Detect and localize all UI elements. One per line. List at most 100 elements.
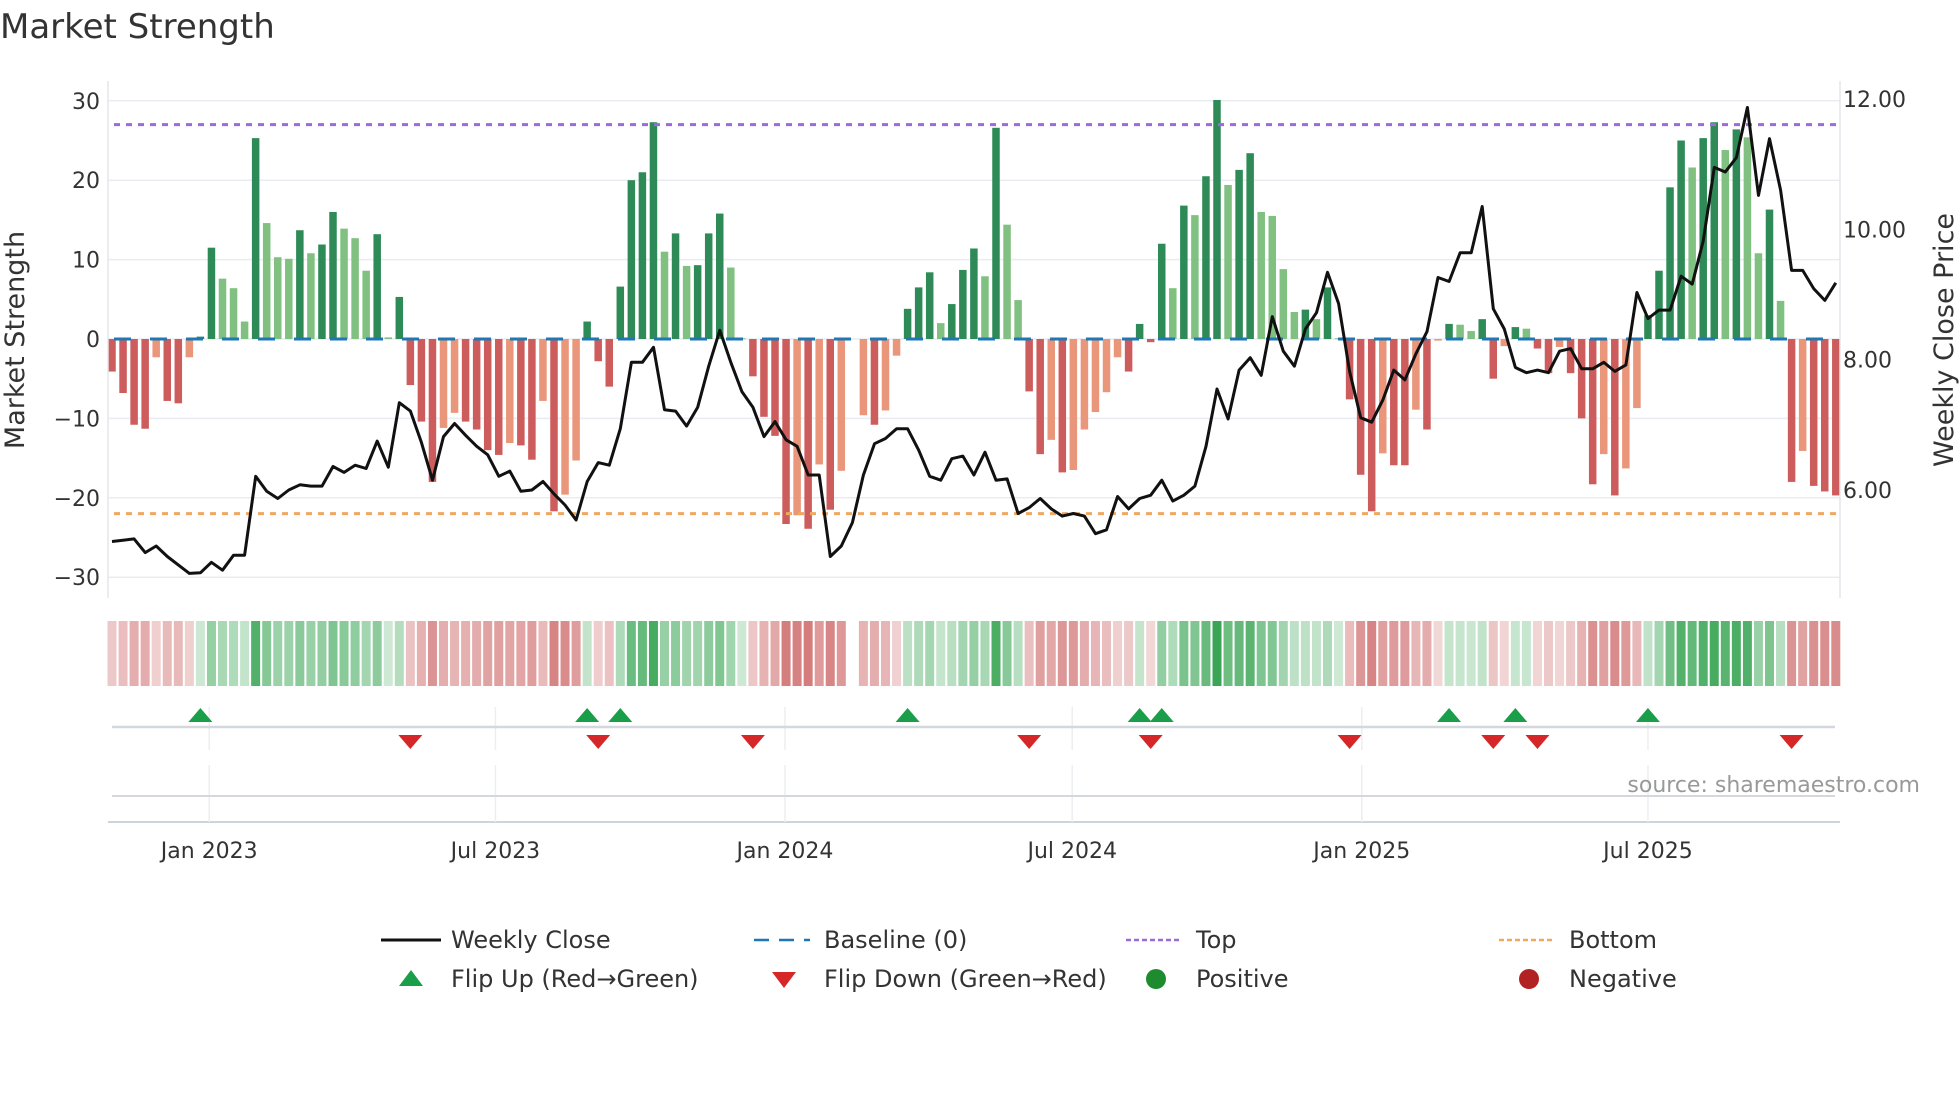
- strip-cell: [1223, 621, 1233, 686]
- strength-bar: [948, 304, 956, 339]
- strength-bar: [959, 269, 967, 339]
- strip-cell: [339, 621, 349, 686]
- strip-cell: [1146, 621, 1156, 686]
- strip-cell: [549, 621, 559, 686]
- strip-cell: [615, 621, 625, 686]
- strip-cell: [1135, 621, 1145, 686]
- strength-bar: [638, 172, 647, 339]
- strip-cell: [1367, 621, 1377, 686]
- strength-bar: [1124, 339, 1133, 372]
- strip-cell: [803, 621, 813, 686]
- strip-cell: [195, 621, 205, 686]
- strip-cell: [726, 621, 736, 686]
- strip-cell: [560, 621, 570, 686]
- flip-down-marker: [1481, 735, 1506, 749]
- strength-bar: [605, 339, 613, 387]
- flip-up-marker: [608, 708, 633, 722]
- strip-cell: [1621, 621, 1631, 686]
- x-tick-label: Jul 2024: [1025, 839, 1117, 864]
- strip-cell: [1599, 621, 1609, 686]
- strength-bar: [1367, 339, 1376, 512]
- strip-cell: [1002, 621, 1012, 686]
- strength-bar: [1257, 211, 1265, 339]
- legend-item: Flip Up (Red→Green): [399, 965, 699, 993]
- flip-down-marker: [740, 735, 765, 749]
- strength-bar: [1467, 331, 1475, 339]
- flip-markers-panel: [112, 708, 1835, 797]
- strip-cell: [1035, 621, 1045, 686]
- strip-cell: [383, 621, 393, 686]
- flip-down-marker: [398, 735, 423, 749]
- flip-up-marker: [1503, 708, 1528, 722]
- circle-red-icon: [1519, 969, 1539, 989]
- strip-cell: [1334, 621, 1344, 686]
- strength-bar: [439, 339, 448, 428]
- strength-bar: [229, 288, 238, 339]
- strip-cell: [129, 621, 139, 686]
- strength-bar: [472, 339, 481, 430]
- strip-cell: [604, 621, 614, 686]
- strength-bar: [152, 339, 160, 358]
- strength-bar: [495, 339, 503, 455]
- strength-heat-strip: [107, 621, 1841, 686]
- strip-cell: [173, 621, 183, 686]
- strip-cell: [1289, 621, 1299, 686]
- strength-bar: [660, 251, 669, 339]
- strength-bar: [1600, 339, 1608, 455]
- strength-bar: [1754, 253, 1763, 339]
- legend-label: Positive: [1196, 965, 1289, 993]
- strength-bar: [351, 238, 359, 339]
- strength-bar: [1776, 300, 1785, 339]
- strength-bar: [1611, 339, 1619, 496]
- strip-cell: [1521, 621, 1531, 686]
- strip-cell: [737, 621, 747, 686]
- x-tick-label: Jul 2023: [449, 839, 541, 864]
- strength-bar: [218, 278, 227, 339]
- strength-bar: [1456, 324, 1464, 339]
- strip-cell: [825, 621, 835, 686]
- strength-bar: [1224, 184, 1232, 339]
- strength-bar: [970, 248, 978, 339]
- strength-bar: [1688, 167, 1696, 339]
- strip-cell: [660, 621, 669, 686]
- strip-cell: [759, 621, 769, 686]
- strength-bar: [782, 339, 790, 525]
- strip-cell: [1234, 621, 1244, 686]
- strength-bar: [428, 339, 437, 482]
- strength-bar: [1677, 140, 1685, 339]
- strip-cell: [1477, 621, 1487, 686]
- strength-bar: [804, 339, 812, 529]
- strength-bar: [1821, 339, 1829, 492]
- strength-bar: [207, 247, 216, 339]
- strip-cell: [1278, 621, 1288, 686]
- strength-bar: [185, 339, 194, 358]
- strength-bar: [395, 296, 404, 339]
- strength-bar: [1213, 100, 1221, 339]
- flip-down-marker: [1017, 735, 1042, 749]
- flip-up-marker: [1149, 708, 1174, 722]
- flip-down-marker: [1779, 735, 1804, 749]
- strength-bar: [837, 339, 846, 471]
- strip-cell: [1345, 621, 1355, 686]
- strip-cell: [748, 621, 758, 686]
- strength-bar: [1633, 339, 1641, 409]
- strength-bar: [1047, 339, 1055, 440]
- axes: 30 20 10 0 −10 −20 −30 12.00 10.00 8.00 6.00 Jan 20…: [54, 81, 1906, 864]
- strength-bar: [1743, 137, 1752, 339]
- strip-cell: [1765, 621, 1774, 686]
- strip-cell: [1798, 621, 1808, 686]
- flip-up-marker: [1635, 708, 1660, 722]
- strip-cell: [881, 621, 890, 686]
- strip-cell: [1411, 621, 1421, 686]
- legend-label: Top: [1195, 926, 1237, 954]
- strip-cell: [107, 621, 117, 686]
- strip-cell: [892, 621, 902, 686]
- strength-bar: [1655, 270, 1663, 339]
- strength-bar: [1522, 328, 1531, 339]
- strength-bar: [793, 339, 801, 516]
- x-tick-label: Jan 2024: [734, 839, 833, 864]
- strip-cell: [372, 621, 382, 686]
- strength-bar: [881, 339, 890, 411]
- circle-green-icon: [1146, 969, 1166, 989]
- chart-title: Market Strength: [0, 7, 275, 47]
